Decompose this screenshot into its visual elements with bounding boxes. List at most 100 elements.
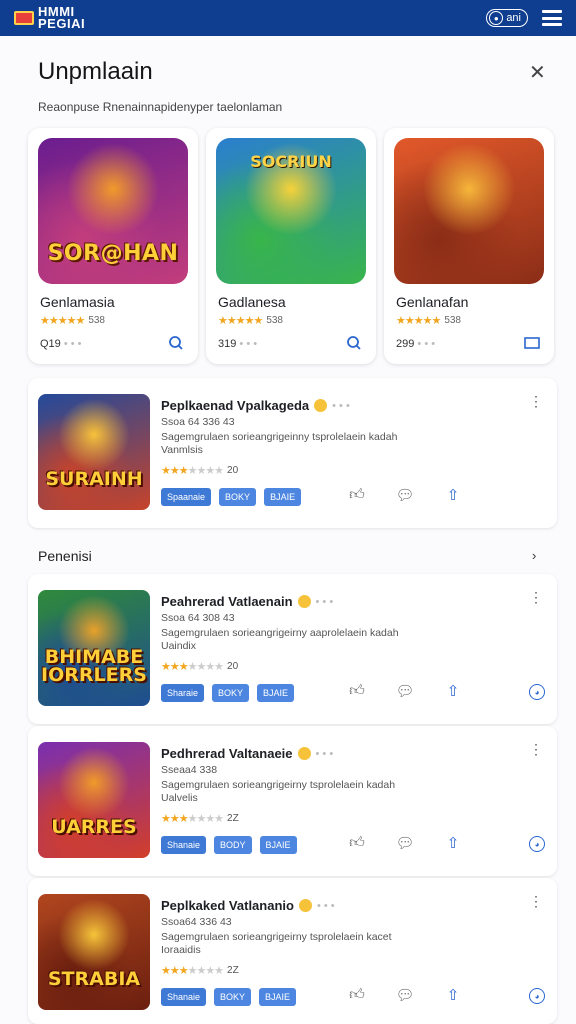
list-item[interactable]: SURAINH Peplkaenad Vpalkageda • • • Ssoa … xyxy=(28,378,557,528)
info-icon[interactable]: ◕ xyxy=(529,836,545,852)
item-description: Sagemgrulaen sorieangrigeinny tsprolelae… xyxy=(161,431,398,456)
menu-icon[interactable] xyxy=(542,10,562,26)
share-icon[interactable]: ⇧ xyxy=(429,986,477,1004)
game-art-text: SOR@HAN xyxy=(47,241,179,266)
featured-card[interactable]: Genlanafan ★★★★★ 538 299 • • • xyxy=(384,128,554,364)
star-rating-icon: ★★★★★ xyxy=(40,315,85,327)
emoji-icon xyxy=(314,399,328,412)
game-art-text: UARRES xyxy=(51,816,137,838)
logo-text: HMMI PEGIAI xyxy=(38,4,86,31)
game-art: SURAINH xyxy=(38,394,150,510)
featured-meta: 299 • • • xyxy=(396,338,436,350)
more-options-icon[interactable]: ⋮ xyxy=(529,894,543,908)
star-rating-icon: ★★★★★★★ xyxy=(161,813,224,825)
share-icon[interactable]: ⇧ xyxy=(429,834,477,852)
meta-value: 319 xyxy=(218,338,237,350)
star-rating-icon: ★★★★★★★ xyxy=(161,965,224,977)
sheet-title: Unpmlaain xyxy=(38,58,153,85)
item-title: Pedhrerad Valtanaeie • • • xyxy=(161,746,334,761)
item-rating: ★★★★★★★ 20 xyxy=(161,660,238,673)
share-icon[interactable]: ⇧ xyxy=(429,486,477,504)
featured-meta: 319 • • • xyxy=(218,338,258,350)
game-art: SOCRIUN xyxy=(216,138,366,284)
thumbs-up-icon[interactable]: 👍︎ xyxy=(333,682,381,700)
comment-icon[interactable]: 💬︎ xyxy=(381,486,429,504)
item-description: Sagemgrulaen sorieangrigeirny tsprolelae… xyxy=(161,931,392,956)
game-art-text: SURAINH xyxy=(45,468,143,490)
rating-value: 538 xyxy=(444,315,461,326)
item-rating: ★★★★★★★ 2Z xyxy=(161,812,239,825)
share-icon[interactable]: ⇧ xyxy=(429,682,477,700)
game-art: STRABIA xyxy=(38,894,150,1010)
chip-button[interactable]: BJAIE xyxy=(257,684,295,702)
game-art xyxy=(394,138,544,284)
featured-name: Gadlanesa xyxy=(218,294,286,310)
star-rating-icon: ★★★★★ xyxy=(218,315,263,327)
chip-button[interactable]: BOKY xyxy=(219,488,257,506)
user-account-button[interactable]: ● ani xyxy=(486,9,528,27)
list-item[interactable]: STRABIA Peplkaked Vatlananio • • • Ssoa64… xyxy=(28,878,557,1024)
game-art: SOR@HAN xyxy=(38,138,188,284)
thumbs-up-icon[interactable]: 👍︎ xyxy=(333,986,381,1004)
chip-button[interactable]: BOKY xyxy=(212,684,250,702)
emoji-icon xyxy=(298,899,312,912)
item-title: Peplkaked Vatlananio • • • xyxy=(161,898,335,913)
list-item[interactable]: BHIMABE IORRLERS Peahrerad Vatlaenain • •… xyxy=(28,574,557,724)
game-art-text: SOCRIUN xyxy=(250,152,332,171)
rating-value: 2Z xyxy=(227,813,239,824)
item-rating: ★★★★★★★ 20 xyxy=(161,464,238,477)
search-icon[interactable] xyxy=(344,333,364,353)
search-icon[interactable] xyxy=(166,333,186,353)
comment-icon[interactable]: 💬︎ xyxy=(381,834,429,852)
chevron-right-icon[interactable]: › xyxy=(532,548,536,563)
more-options-icon[interactable]: ⋮ xyxy=(529,590,543,604)
square-icon[interactable] xyxy=(522,333,542,353)
item-title: Peplkaenad Vpalkageda • • • xyxy=(161,398,350,413)
close-icon[interactable]: ✕ xyxy=(529,60,546,85)
chip-button[interactable]: Spaanaie xyxy=(161,488,212,506)
app-logo[interactable]: HMMI PEGIAI xyxy=(14,4,86,31)
item-meta: Ssoa64 336 43 xyxy=(161,916,232,928)
item-meta: Ssoa 64 308 43 xyxy=(161,612,235,624)
more-options-icon[interactable]: ⋮ xyxy=(529,742,543,756)
item-title-text: Peplkaenad Vpalkageda xyxy=(161,398,310,413)
featured-card[interactable]: SOR@HAN Genlamasia ★★★★★ 538 Q19 • • • xyxy=(28,128,198,364)
thumbs-up-icon[interactable]: 👍︎ xyxy=(333,834,381,852)
chip-button[interactable]: Shanaie xyxy=(161,988,207,1006)
game-art-text: STRABIA xyxy=(47,968,141,990)
list-item[interactable]: UARRES Pedhrerad Valtanaeie • • • Sseaa4 … xyxy=(28,726,557,876)
item-meta: Sseaa4 338 xyxy=(161,764,218,776)
chip-button[interactable]: BOKY xyxy=(214,988,252,1006)
logo-mark-icon xyxy=(14,11,34,25)
chip-button[interactable]: Shanaie xyxy=(161,836,207,854)
info-icon[interactable]: ◕ xyxy=(529,684,545,700)
chip-button[interactable]: Sharaie xyxy=(161,684,205,702)
rating-value: 2Z xyxy=(227,965,239,976)
rating-value: 20 xyxy=(227,661,239,672)
user-icon: ● xyxy=(489,11,504,25)
item-description: Sagemgrulaen sorieangrigeirny aaprolelae… xyxy=(161,627,399,652)
chip-button[interactable]: BJAIE xyxy=(264,488,302,506)
rating-value: 538 xyxy=(266,315,283,326)
game-art: UARRES xyxy=(38,742,150,858)
featured-card[interactable]: SOCRIUN Gadlanesa ★★★★★ 538 319 • • • xyxy=(206,128,376,364)
bottom-sheet: Unpmlaain ✕ Reaonpuse Rnenainnapidenyper… xyxy=(0,36,576,1024)
sheet-subtitle: Reaonpuse Rnenainnapidenyper taelonlaman xyxy=(38,100,283,114)
game-art: BHIMABE IORRLERS xyxy=(38,590,150,706)
chip-button[interactable]: BODY xyxy=(214,836,252,854)
featured-meta: Q19 • • • xyxy=(40,338,82,350)
item-title-text: Peahrerad Vatlaenain xyxy=(161,594,293,609)
more-options-icon[interactable]: ⋮ xyxy=(529,394,543,408)
chip-button[interactable]: BJAIE xyxy=(259,988,297,1006)
emoji-icon xyxy=(297,595,311,608)
comment-icon[interactable]: 💬︎ xyxy=(381,682,429,700)
comment-icon[interactable]: 💬︎ xyxy=(381,986,429,1004)
star-rating-icon: ★★★★★★★ xyxy=(161,465,224,477)
thumbs-up-icon[interactable]: 👍︎ xyxy=(333,486,381,504)
info-icon[interactable]: ◕ xyxy=(529,988,545,1004)
section-title: Penenisi xyxy=(38,548,92,564)
game-art-text: BHIMABE IORRLERS xyxy=(41,646,147,686)
featured-rating: ★★★★★ 538 xyxy=(218,314,283,327)
item-rating: ★★★★★★★ 2Z xyxy=(161,964,239,977)
chip-button[interactable]: BJAIE xyxy=(259,836,297,854)
